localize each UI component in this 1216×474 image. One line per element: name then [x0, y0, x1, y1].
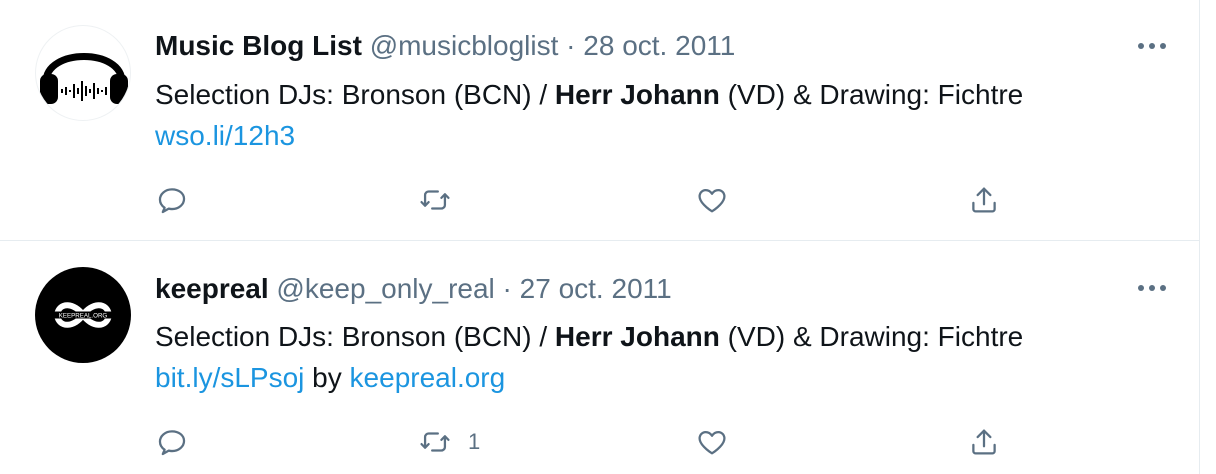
tweet-link-secondary[interactable]: keepreal.org	[350, 362, 506, 393]
tweet-date[interactable]: 28 oct. 2011	[583, 30, 735, 61]
tweet-text: Selection DJs: Bronson (BCN) / Herr Joha…	[155, 77, 1023, 113]
tweet-text: Selection DJs: Bronson (BCN) / Herr Joha…	[155, 319, 1023, 355]
author-name[interactable]: keepreal	[155, 273, 269, 304]
author-name[interactable]: Music Blog List	[155, 30, 362, 61]
text-suffix: (VD) & Drawing: Fichtre	[719, 321, 1024, 352]
share-icon	[972, 429, 996, 455]
tweet[interactable]: KEEPREAL.ORG keepreal @keep_only_real · …	[0, 242, 1200, 474]
text-prefix: Selection DJs: Bronson (BCN) /	[155, 79, 555, 110]
tweet-header: keepreal @keep_only_real · 27 oct. 2011	[155, 271, 672, 307]
link-connector: by	[304, 362, 350, 393]
tweet-link[interactable]: wso.li/12h3	[155, 120, 295, 151]
more-icon[interactable]	[1134, 276, 1170, 300]
text-bold: Herr Johann	[554, 79, 720, 110]
tweet-header: Music Blog List @musicbloglist · 28 oct.…	[155, 28, 735, 64]
infinity-icon: KEEPREAL.ORG	[43, 302, 123, 328]
timeline-feed: Music Blog List @musicbloglist · 28 oct.…	[0, 0, 1200, 474]
reply-button[interactable]	[155, 178, 189, 222]
like-button[interactable]	[695, 420, 729, 464]
author-handle[interactable]: @musicbloglist	[370, 30, 559, 61]
tweet-date[interactable]: 27 oct. 2011	[520, 273, 672, 304]
tweet-links: wso.li/12h3	[155, 118, 295, 154]
avatar[interactable]: KEEPREAL.ORG	[35, 267, 131, 363]
share-button[interactable]	[967, 178, 1001, 222]
retweet-button[interactable]: 1	[418, 420, 480, 464]
avatar-logo-text: KEEPREAL.ORG	[59, 313, 108, 320]
tweet-actions: 1	[0, 420, 1200, 464]
text-bold: Herr Johann	[554, 321, 720, 352]
reply-icon	[158, 430, 186, 456]
reply-icon	[158, 188, 186, 214]
retweet-button[interactable]	[418, 178, 452, 222]
share-button[interactable]	[967, 420, 1001, 464]
reply-button[interactable]	[155, 420, 189, 464]
text-prefix: Selection DJs: Bronson (BCN) /	[155, 321, 555, 352]
meta-separator: ·	[502, 273, 512, 304]
like-icon	[698, 188, 726, 213]
like-icon	[698, 430, 726, 455]
tweet-links: bit.ly/sLPsoj by keepreal.org	[155, 360, 505, 396]
tweet[interactable]: Music Blog List @musicbloglist · 28 oct.…	[0, 0, 1200, 241]
author-handle[interactable]: @keep_only_real	[276, 273, 494, 304]
headphones-icon	[40, 53, 128, 104]
more-icon[interactable]	[1134, 34, 1170, 58]
tweet-actions	[0, 178, 1200, 222]
share-icon	[972, 187, 996, 213]
avatar[interactable]	[35, 25, 131, 121]
retweet-icon	[420, 190, 450, 210]
retweet-count: 1	[468, 429, 481, 454]
text-suffix: (VD) & Drawing: Fichtre	[719, 79, 1024, 110]
meta-separator: ·	[566, 30, 576, 61]
like-button[interactable]	[695, 178, 729, 222]
retweet-icon	[420, 432, 450, 452]
tweet-link[interactable]: bit.ly/sLPsoj	[155, 362, 304, 393]
